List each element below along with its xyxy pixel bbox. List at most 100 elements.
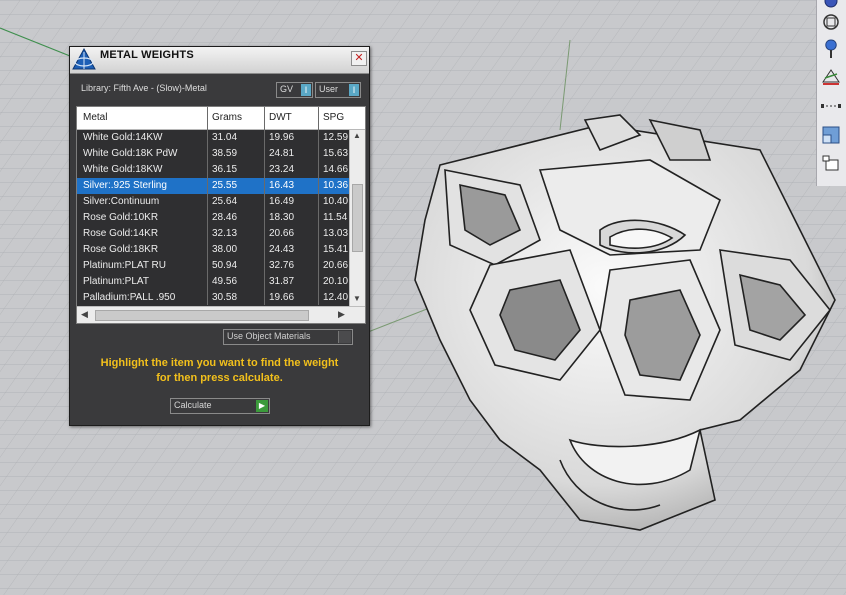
user-toggle-label: User [319,84,339,94]
use-object-materials-label: Use Object Materials [227,331,311,341]
table-row[interactable]: Platinum:PLAT 49.56 31.87 20.10 [77,274,349,291]
table-row[interactable]: Platinum:PLAT RU 50.94 32.76 20.66 [77,258,349,275]
column-header-dwt[interactable]: DWT [269,112,292,123]
metal-table: Metal Grams DWT SPG White Gold:14KW 31.04… [76,106,366,324]
gv-toggle[interactable]: GV I [276,82,313,98]
dialog-title: METAL WEIGHTS [100,49,194,61]
spg-cell: 20.10 [323,276,349,287]
dialog-titlebar[interactable]: METAL WEIGHTS ✕ [70,47,369,74]
dwt-cell: 16.43 [269,180,295,191]
calculate-arrow-icon: ▶ [256,400,268,412]
user-toggle-knob: I [349,84,359,96]
light-icon[interactable] [820,38,842,58]
dwt-cell: 18.30 [269,212,295,223]
block-icon[interactable] [820,152,842,172]
scroll-down-icon[interactable]: ▼ [353,294,361,303]
metal-cell: Platinum:PLAT [83,276,149,287]
grams-cell: 49.56 [212,276,238,287]
table-row[interactable]: Rose Gold:18KR 38.00 24.43 15.41 [77,242,349,259]
instruction-line-2: for then press calculate. [156,372,283,384]
vertical-scroll-thumb[interactable] [352,184,363,252]
calculate-label: Calculate [174,400,212,410]
dwt-cell: 16.49 [269,196,295,207]
dwt-cell: 20.66 [269,228,295,239]
library-label: Library: Fifth Ave - (Slow)-Metal [81,83,207,93]
spg-cell: 15.41 [323,244,349,255]
column-divider [207,107,208,305]
column-header-grams[interactable]: Grams [212,112,242,123]
column-divider [264,107,265,305]
horizontal-scroll-thumb[interactable] [95,310,309,321]
spg-cell: 14.66 [323,164,349,175]
metal-cell: Platinum:PLAT RU [83,260,166,271]
close-button[interactable]: ✕ [351,51,367,66]
instruction-line-1: Highlight the item you want to find the … [100,357,339,369]
layer-icon[interactable] [820,66,842,86]
metal-cell: Rose Gold:14KR [83,228,159,239]
gv-toggle-knob: I [301,84,311,96]
spg-cell: 20.66 [323,260,349,271]
spg-cell: 10.36 [323,180,349,191]
spg-cell: 11.54 [323,212,348,223]
column-divider [318,107,319,305]
dwt-cell: 23.24 [269,164,295,175]
spg-cell: 10.40 [323,196,349,207]
grams-cell: 28.46 [212,212,238,223]
grams-cell: 38.00 [212,244,238,255]
horizontal-scrollbar[interactable]: ◀ ▶ [77,306,365,323]
grams-cell: 32.13 [212,228,238,239]
metal-cell: Rose Gold:18KR [83,244,159,255]
metal-cell: White Gold:18K PdW [83,148,178,159]
viewport-icon[interactable] [820,124,842,144]
table-row[interactable]: Silver:.925 Sterling 25.55 16.43 10.36 [77,178,349,195]
vertical-scrollbar[interactable]: ▲ ▼ [349,130,365,306]
spg-cell: 15.63 [323,148,349,159]
grams-cell: 30.58 [212,292,238,303]
dwt-cell: 32.76 [269,260,295,271]
grams-cell: 50.94 [212,260,238,271]
grams-cell: 31.04 [212,132,238,143]
gv-toggle-label: GV [280,84,294,94]
table-row[interactable]: White Gold:18K PdW 38.59 24.81 15.63 [77,146,349,163]
table-row[interactable]: Rose Gold:14KR 32.13 20.66 13.03 [77,226,349,243]
instruction-text: Highlight the item you want to find the … [80,356,359,386]
grams-cell: 25.64 [212,196,238,207]
grams-cell: 36.15 [212,164,238,175]
dwt-cell: 24.81 [269,148,295,159]
table-row[interactable]: Rose Gold:10KR 28.46 18.30 11.54 [77,210,349,227]
metal-cell: Rose Gold:10KR [83,212,159,223]
dwt-cell: 19.96 [269,132,295,143]
table-row[interactable]: White Gold:18KW 36.15 23.24 14.66 [77,162,349,179]
use-object-materials-toggle[interactable]: Use Object Materials [223,329,353,345]
snap-icon[interactable] [820,12,842,32]
scroll-up-icon[interactable]: ▲ [353,131,361,140]
user-toggle[interactable]: User I [315,82,361,98]
spg-cell: 13.03 [323,228,349,239]
dwt-cell: 31.87 [269,276,295,287]
table-row[interactable]: White Gold:14KW 31.04 19.96 12.59 [77,130,349,147]
metal-cell: White Gold:14KW [83,132,163,143]
scroll-right-icon[interactable]: ▶ [338,309,345,320]
rhino-logo-icon [71,47,97,73]
metal-weights-dialog: METAL WEIGHTS ✕ Library: Fifth Ave - (Sl… [69,46,370,426]
metal-cell: Silver:Continuum [83,196,160,207]
spg-cell: 12.59 [323,132,349,143]
metal-cell: Palladium:PALL .950 [83,292,176,303]
spg-cell: 12.40 [323,292,349,303]
table-row[interactable]: Palladium:PALL .950 30.58 19.66 12.40 [77,290,349,307]
grams-cell: 25.55 [212,180,238,191]
table-header: Metal Grams DWT SPG [77,107,365,130]
metal-cell: Silver:.925 Sterling [83,180,167,191]
column-header-spg[interactable]: SPG [323,112,344,123]
table-row[interactable]: Silver:Continuum 25.64 16.49 10.40 [77,194,349,211]
grams-cell: 38.59 [212,148,238,159]
metal-cell: White Gold:18KW [83,164,163,175]
calculate-button[interactable]: Calculate ▶ [170,398,270,414]
dwt-cell: 19.66 [269,292,295,303]
scroll-left-icon[interactable]: ◀ [81,309,88,320]
right-toolbar [816,0,846,186]
dwt-cell: 24.43 [269,244,295,255]
dimension-icon[interactable] [820,96,842,116]
column-header-metal[interactable]: Metal [83,112,107,123]
use-object-materials-knob [338,331,351,343]
